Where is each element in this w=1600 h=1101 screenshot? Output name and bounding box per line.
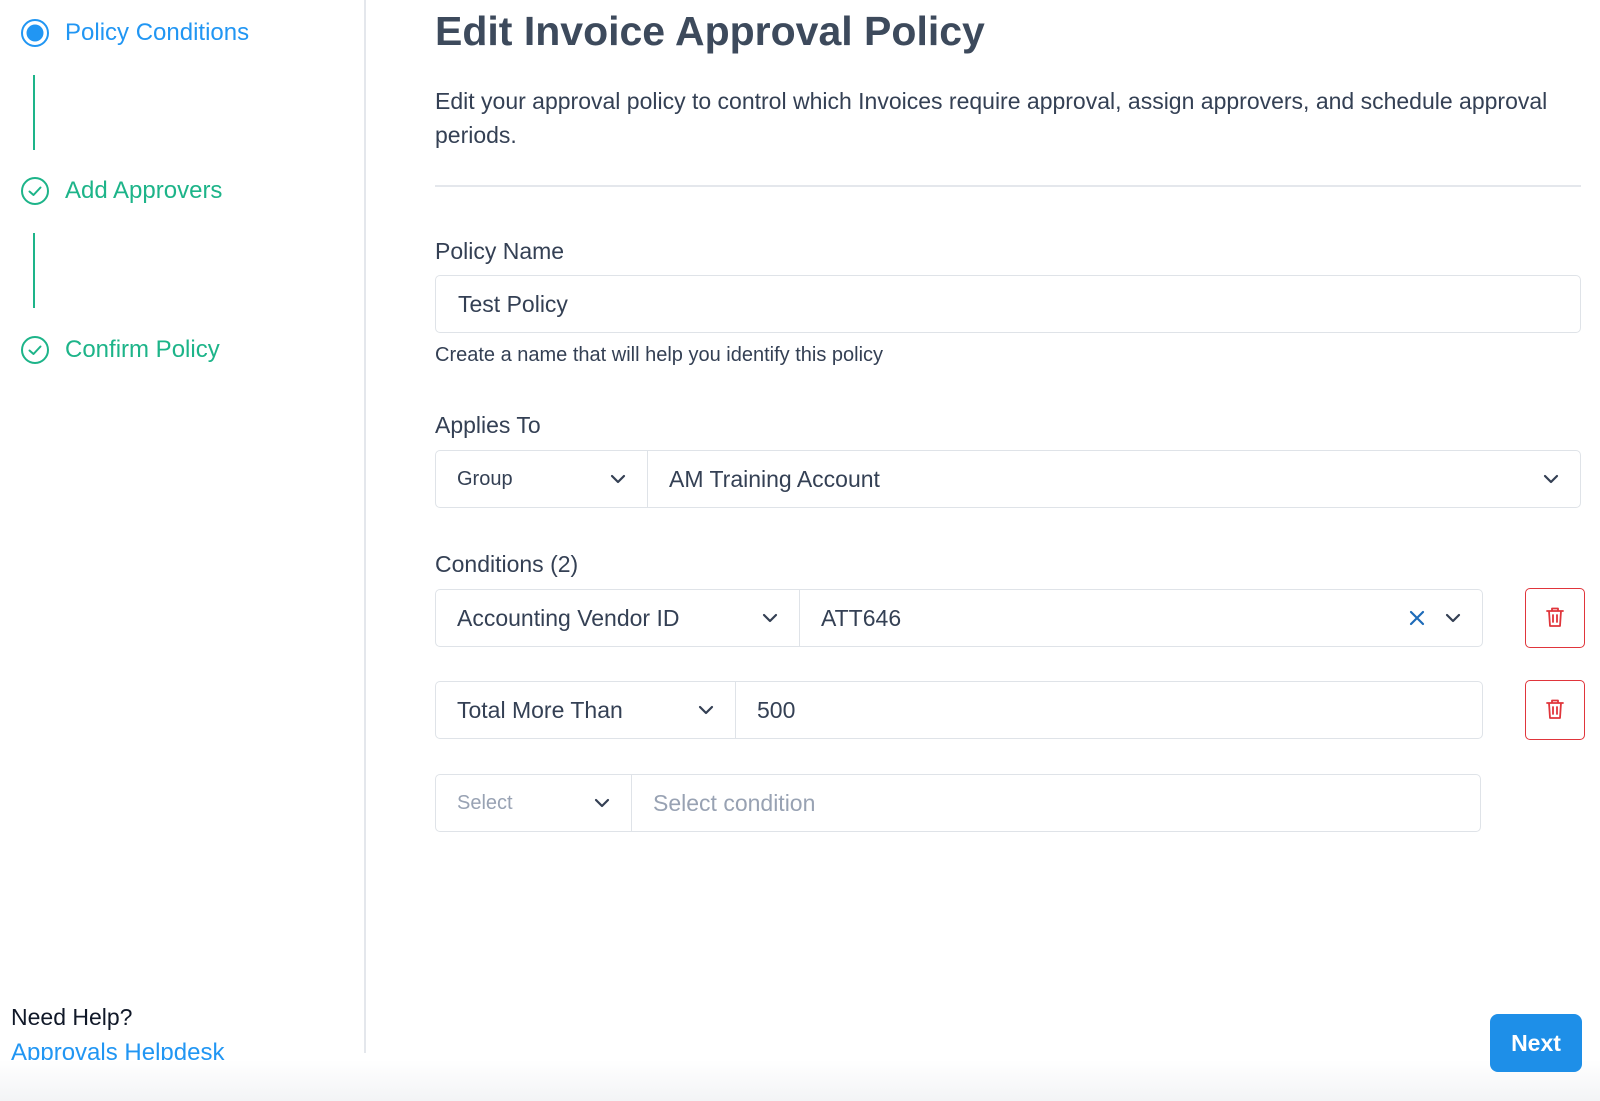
policy-name-input[interactable]: Test Policy: [435, 275, 1581, 333]
applies-to-type-select[interactable]: Group: [436, 451, 647, 507]
condition-value-input[interactable]: 500: [735, 682, 1482, 738]
chevron-down-icon: [693, 697, 719, 723]
new-condition-row: Select Select condition: [435, 774, 1481, 832]
step-policy-conditions[interactable]: Policy Conditions: [20, 18, 249, 48]
footer-shade: [0, 1060, 1600, 1101]
new-condition-value-select[interactable]: Select condition: [631, 775, 1480, 831]
condition-value: ATT646: [821, 604, 902, 631]
trash-icon: [1544, 697, 1566, 724]
chevron-down-icon: [605, 466, 631, 492]
condition-field-value: Total More Than: [457, 696, 623, 723]
step-add-approvers[interactable]: Add Approvers: [20, 176, 222, 206]
stepper-sidebar: Policy Conditions Add Approvers Confirm …: [0, 0, 366, 1066]
condition-value-select[interactable]: ATT646: [799, 590, 1482, 646]
delete-condition-button[interactable]: [1525, 680, 1585, 740]
policy-name-value: Test Policy: [458, 290, 568, 317]
condition-row: Total More Than 500: [435, 681, 1483, 739]
chevron-down-icon: [589, 790, 615, 816]
new-condition-field-select[interactable]: Select: [436, 775, 631, 831]
divider: [435, 185, 1581, 187]
step-connector: [33, 233, 35, 308]
delete-condition-button[interactable]: [1525, 588, 1585, 648]
policy-name-label: Policy Name: [435, 238, 565, 264]
condition-value: 500: [757, 696, 796, 723]
conditions-label: Conditions (2): [435, 551, 579, 577]
help-title: Need Help?: [11, 1004, 133, 1030]
next-button[interactable]: Next: [1490, 1014, 1582, 1072]
step-connector: [33, 75, 35, 150]
applies-to-value: AM Training Account: [669, 465, 880, 492]
step-label: Confirm Policy: [65, 336, 220, 363]
condition-field-select[interactable]: Accounting Vendor ID: [436, 590, 799, 646]
chevron-down-icon: [757, 605, 783, 631]
step-confirm-policy[interactable]: Confirm Policy: [20, 335, 220, 365]
chevron-down-icon[interactable]: [1440, 605, 1466, 631]
policy-editor-page: Policy Conditions Add Approvers Confirm …: [0, 0, 1600, 1101]
check-circle-icon: [20, 335, 50, 365]
page-title: Edit Invoice Approval Policy: [435, 8, 985, 54]
condition-row: Accounting Vendor ID ATT646: [435, 589, 1483, 647]
applies-to-value-select[interactable]: AM Training Account: [647, 451, 1580, 507]
check-circle-icon: [20, 176, 50, 206]
new-condition-field-placeholder: Select: [457, 791, 513, 814]
chevron-down-icon: [1538, 466, 1564, 492]
trash-icon: [1544, 605, 1566, 632]
condition-field-select[interactable]: Total More Than: [436, 682, 735, 738]
page-description: Edit your approval policy to control whi…: [435, 88, 1548, 148]
step-label: Add Approvers: [65, 177, 223, 204]
policy-name-hint: Create a name that will help you identif…: [435, 344, 884, 366]
clear-icon[interactable]: [1406, 607, 1428, 629]
new-condition-value-placeholder: Select condition: [653, 789, 816, 816]
radio-current-icon: [20, 18, 50, 48]
step-label: Policy Conditions: [65, 19, 250, 46]
help-section: Need Help? Approvals Helpdesk: [11, 1004, 224, 1067]
applies-to-label: Applies To: [435, 412, 541, 438]
applies-to-type-value: Group: [457, 467, 513, 490]
condition-field-value: Accounting Vendor ID: [457, 604, 680, 631]
applies-to-field: Group AM Training Account: [435, 450, 1581, 508]
